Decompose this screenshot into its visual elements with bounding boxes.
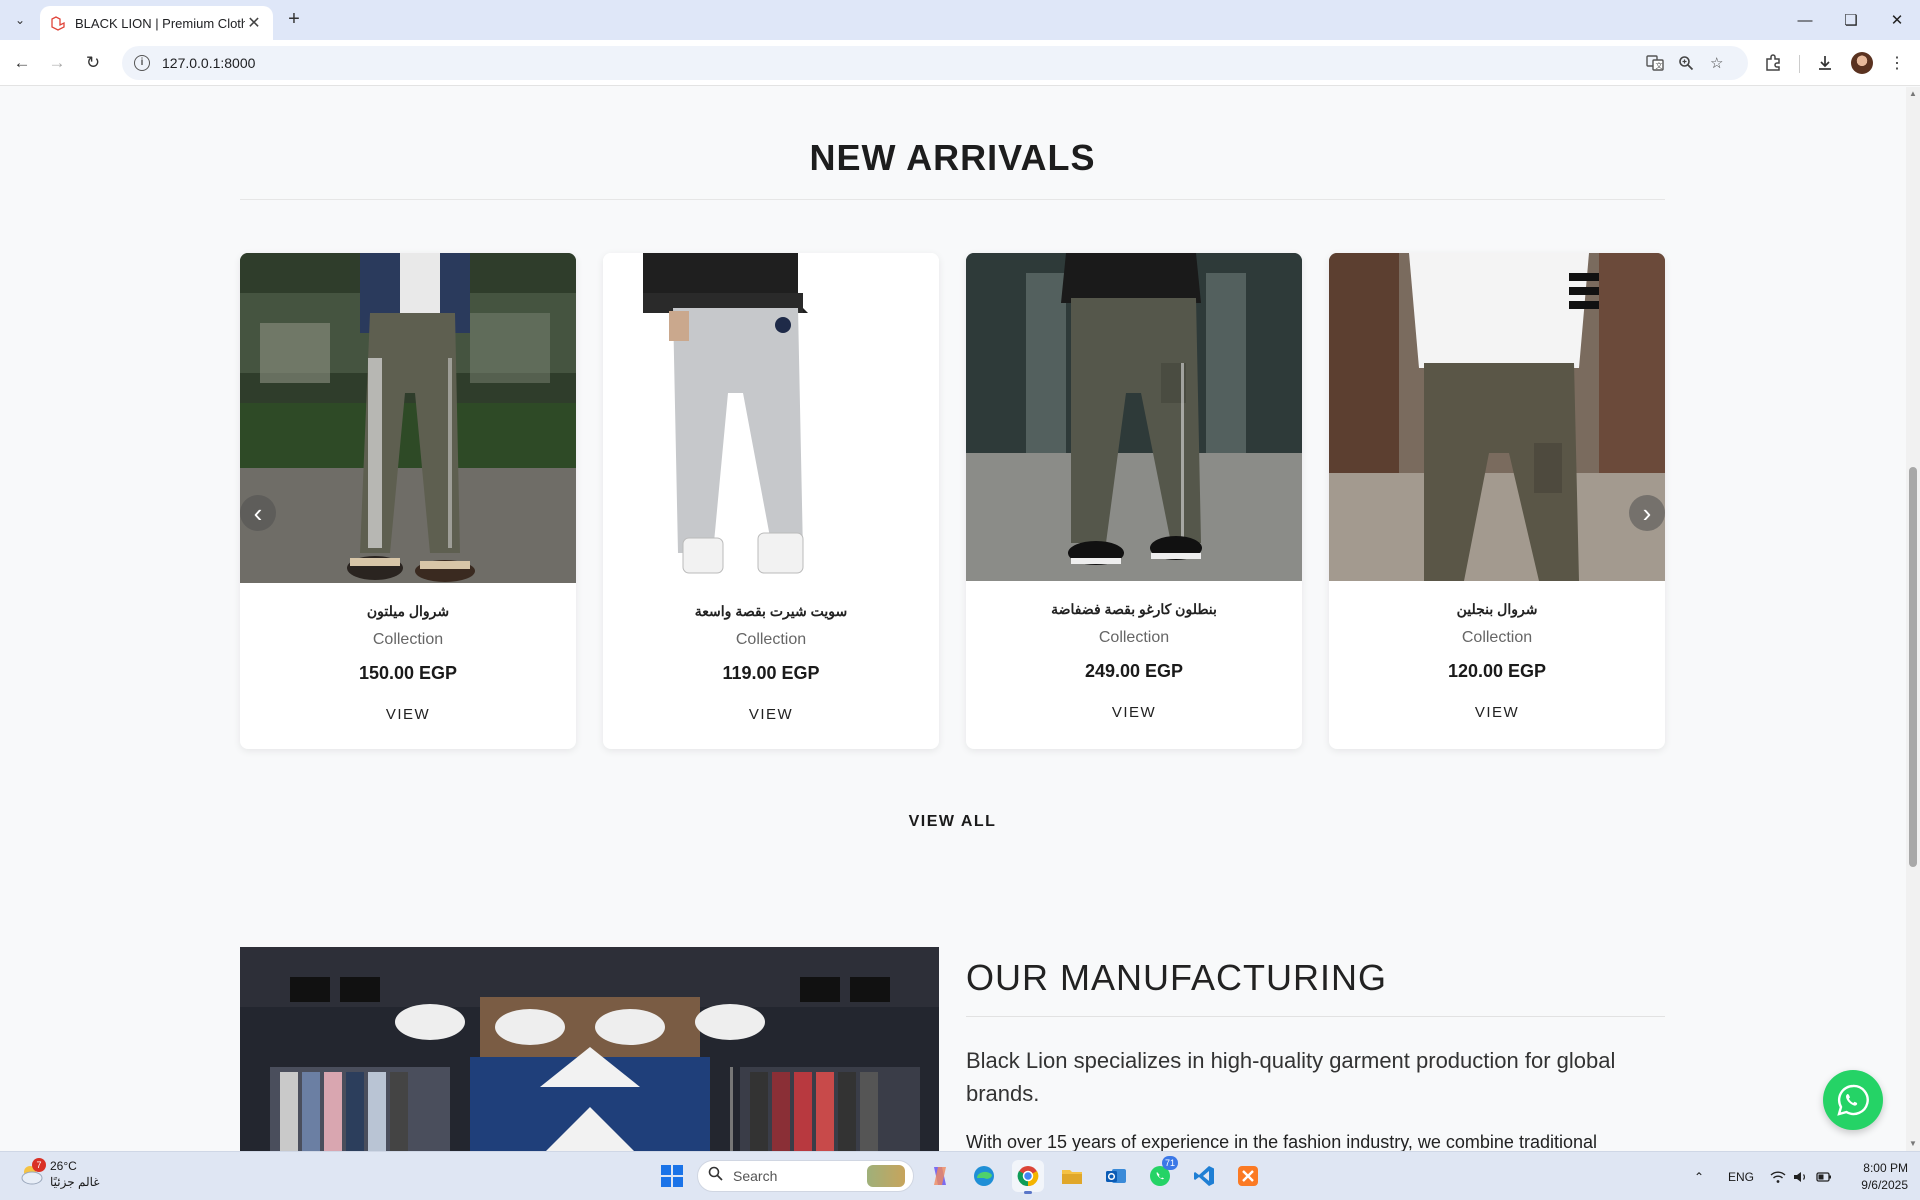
product-image[interactable] <box>603 253 939 583</box>
site-info-icon[interactable]: i <box>134 55 150 71</box>
minimize-icon[interactable]: — <box>1782 0 1828 40</box>
extensions-icon[interactable] <box>1761 51 1785 75</box>
window-close-icon[interactable]: ✕ <box>1874 0 1920 40</box>
product-name: شروال ميلتون <box>366 603 450 619</box>
weather-desc: غالم جزئيًا <box>50 1175 100 1189</box>
view-all-link[interactable]: VIEW ALL <box>240 813 1665 831</box>
scroll-down-icon[interactable]: ▼ <box>1909 1139 1917 1148</box>
profile-avatar[interactable] <box>1851 52 1873 74</box>
browser-toolbar: ← → ↻ i 127.0.0.1:8000 文 ☆ ⋮ <box>0 40 1920 86</box>
vscode-icon[interactable] <box>1188 1160 1220 1192</box>
reload-icon[interactable]: ↻ <box>81 51 105 75</box>
tab-title: BLACK LION | Premium Clothing <box>75 15 245 31</box>
translate-icon[interactable]: 文 <box>1646 46 1664 80</box>
volume-icon[interactable] <box>1793 1152 1809 1200</box>
carousel-next-button[interactable]: › <box>1629 495 1665 531</box>
search-highlight-icon <box>867 1165 905 1187</box>
product-card[interactable]: سويت شيرت بقصة واسعة Collection 119.00 E… <box>603 253 939 749</box>
outlook-icon[interactable] <box>1100 1160 1132 1192</box>
product-price: 150.00 EGP <box>358 663 458 683</box>
product-name: شروال بنجلين <box>1456 601 1538 617</box>
page-viewport: NEW ARRIVALS شروال ميلتون Collection 150… <box>0 87 1906 1151</box>
product-view-link[interactable]: VIEW <box>1329 704 1665 721</box>
section-title: NEW ARRIVALS <box>809 137 1096 178</box>
svg-text:文: 文 <box>1656 61 1663 70</box>
windows-taskbar: 7 26°C غالم جزئيًا Search 71 ⌃ ENG 8:00 … <box>0 1151 1920 1200</box>
laravel-favicon-icon <box>50 15 66 31</box>
clock-date: 9/6/2025 <box>1861 1178 1908 1192</box>
language-indicator[interactable]: ENG <box>1728 1152 1754 1200</box>
product-price: 249.00 EGP <box>1084 661 1184 681</box>
manufacturing-title: OUR MANUFACTURING <box>966 957 1387 998</box>
file-explorer-icon[interactable] <box>1056 1160 1088 1192</box>
product-view-link[interactable]: VIEW <box>966 704 1302 721</box>
weather-widget[interactable]: 7 26°C غالم جزئيًا <box>18 1158 100 1190</box>
scrollbar-thumb[interactable] <box>1909 467 1917 867</box>
xampp-icon[interactable] <box>1232 1160 1264 1192</box>
product-view-link[interactable]: VIEW <box>240 706 576 723</box>
downloads-icon[interactable] <box>1813 51 1837 75</box>
clock-time: 8:00 PM <box>1863 1161 1908 1175</box>
forward-arrow-icon[interactable]: → <box>45 51 69 75</box>
manufacturing-lead: Black Lion specializes in high-quality g… <box>966 1048 1616 1106</box>
edge-browser-icon[interactable] <box>968 1160 1000 1192</box>
chevron-left-icon: ‹ <box>253 497 263 528</box>
product-card[interactable]: بنطلون كارغو بقصة فضفاضة Collection 249.… <box>966 253 1302 749</box>
whatsapp-unread-badge: 71 <box>1162 1156 1178 1170</box>
show-hidden-icons-icon[interactable]: ⌃ <box>1694 1152 1704 1200</box>
browser-tab-active[interactable]: BLACK LION | Premium Clothing ✕ <box>40 6 273 40</box>
product-price: 120.00 EGP <box>1447 661 1547 681</box>
search-icon <box>708 1166 723 1186</box>
product-price: 119.00 EGP <box>722 663 820 683</box>
carousel-prev-button[interactable]: ‹ <box>240 495 276 531</box>
manufacturing-image <box>240 947 939 1151</box>
new-tab-button[interactable]: + <box>282 8 306 32</box>
whatsapp-app-icon[interactable]: 71 <box>1144 1156 1178 1192</box>
back-arrow-icon[interactable]: ← <box>10 51 34 75</box>
page-scrollbar[interactable]: ▲ ▼ <box>1906 87 1920 1151</box>
windows-start-icon[interactable] <box>656 1160 688 1192</box>
toolbar-divider <box>1799 55 1800 73</box>
address-url[interactable]: 127.0.0.1:8000 <box>162 55 255 71</box>
search-label: Search <box>733 1168 778 1184</box>
product-image[interactable] <box>240 253 576 583</box>
product-card[interactable]: شروال بنجلين Collection 120.00 EGP VIEW <box>1329 253 1665 749</box>
browser-menu-icon[interactable]: ⋮ <box>1885 51 1909 75</box>
bookmark-star-icon[interactable]: ☆ <box>1710 46 1723 80</box>
tab-search-chevron-icon[interactable]: ⌄ <box>8 8 32 32</box>
product-collection: Collection <box>372 631 444 648</box>
restore-icon[interactable]: ❏ <box>1828 0 1874 40</box>
scroll-up-icon[interactable]: ▲ <box>1909 89 1917 98</box>
product-name: سويت شيرت بقصة واسعة <box>694 603 848 619</box>
zoom-icon[interactable] <box>1678 46 1694 80</box>
section-divider <box>240 199 1665 200</box>
copilot-icon[interactable] <box>924 1160 956 1192</box>
tab-close-icon[interactable]: ✕ <box>245 13 263 33</box>
manufacturing-divider <box>966 1016 1665 1017</box>
weather-temp: 26°C <box>50 1159 77 1173</box>
product-collection: Collection <box>735 631 807 648</box>
weather-cloud-icon: 7 <box>18 1158 46 1188</box>
whatsapp-chat-button[interactable] <box>1823 1070 1883 1130</box>
address-bar[interactable]: i 127.0.0.1:8000 文 ☆ <box>122 46 1748 80</box>
product-image[interactable] <box>966 253 1302 581</box>
manufacturing-body: With over 15 years of experience in the … <box>966 1132 1597 1151</box>
chrome-browser-icon[interactable] <box>1012 1160 1044 1194</box>
product-card[interactable]: شروال ميلتون Collection 150.00 EGP VIEW <box>240 253 576 749</box>
taskbar-clock[interactable]: 8:00 PM 9/6/2025 <box>1848 1160 1908 1194</box>
product-collection: Collection <box>1098 629 1170 646</box>
product-view-link[interactable]: VIEW <box>603 706 939 723</box>
product-image[interactable] <box>1329 253 1665 581</box>
taskbar-search[interactable]: Search <box>697 1160 914 1192</box>
weather-alert-badge: 7 <box>32 1158 46 1172</box>
product-collection: Collection <box>1461 629 1533 646</box>
whatsapp-icon <box>1837 1084 1869 1116</box>
wifi-icon[interactable] <box>1770 1152 1786 1200</box>
product-name: بنطلون كارغو بقصة فضفاضة <box>1051 601 1217 617</box>
battery-icon[interactable] <box>1816 1152 1832 1200</box>
browser-tab-strip: ⌄ BLACK LION | Premium Clothing ✕ + — ❏ … <box>0 0 1920 40</box>
chevron-right-icon: › <box>1642 497 1652 528</box>
